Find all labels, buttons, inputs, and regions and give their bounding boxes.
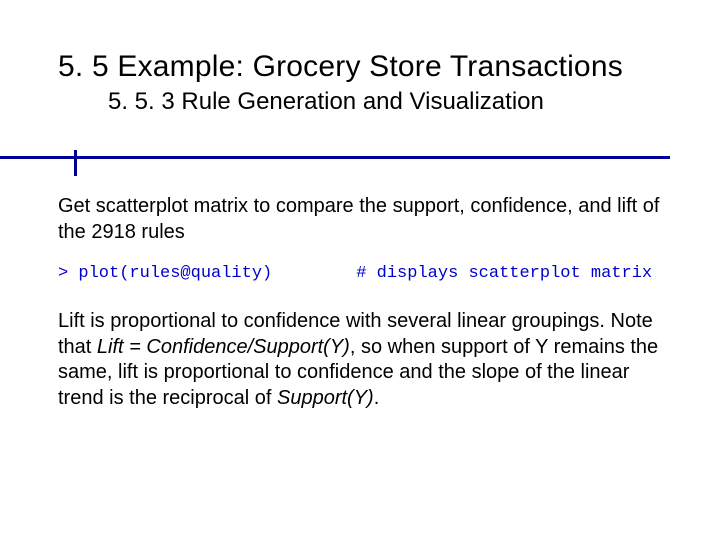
slide-subtitle: 5. 5. 3 Rule Generation and Visualizatio… [58,88,670,116]
slide-body: Get scatterplot matrix to compare the su… [58,194,670,411]
formula-lift: Lift = Confidence/Support(Y) [97,336,350,358]
divider-horizontal [0,156,670,159]
divider-vertical [74,150,77,176]
paragraph-intro: Get scatterplot matrix to compare the su… [58,194,670,245]
code-prompt: > [58,264,78,283]
slide: 5. 5 Example: Grocery Store Transactions… [0,0,720,540]
term-support-y: Support(Y) [277,387,374,409]
code-line: > plot(rules@quality) [58,263,272,285]
title-block: 5. 5 Example: Grocery Store Transactions… [58,50,670,116]
code-comment: # displays scatterplot matrix [356,263,652,285]
code-call: plot(rules@quality) [78,264,272,283]
paragraph-explain: Lift is proportional to confidence with … [58,309,670,411]
code-block: > plot(rules@quality) # displays scatter… [58,263,670,285]
slide-title: 5. 5 Example: Grocery Store Transactions [58,50,670,84]
text-run: . [374,387,380,409]
